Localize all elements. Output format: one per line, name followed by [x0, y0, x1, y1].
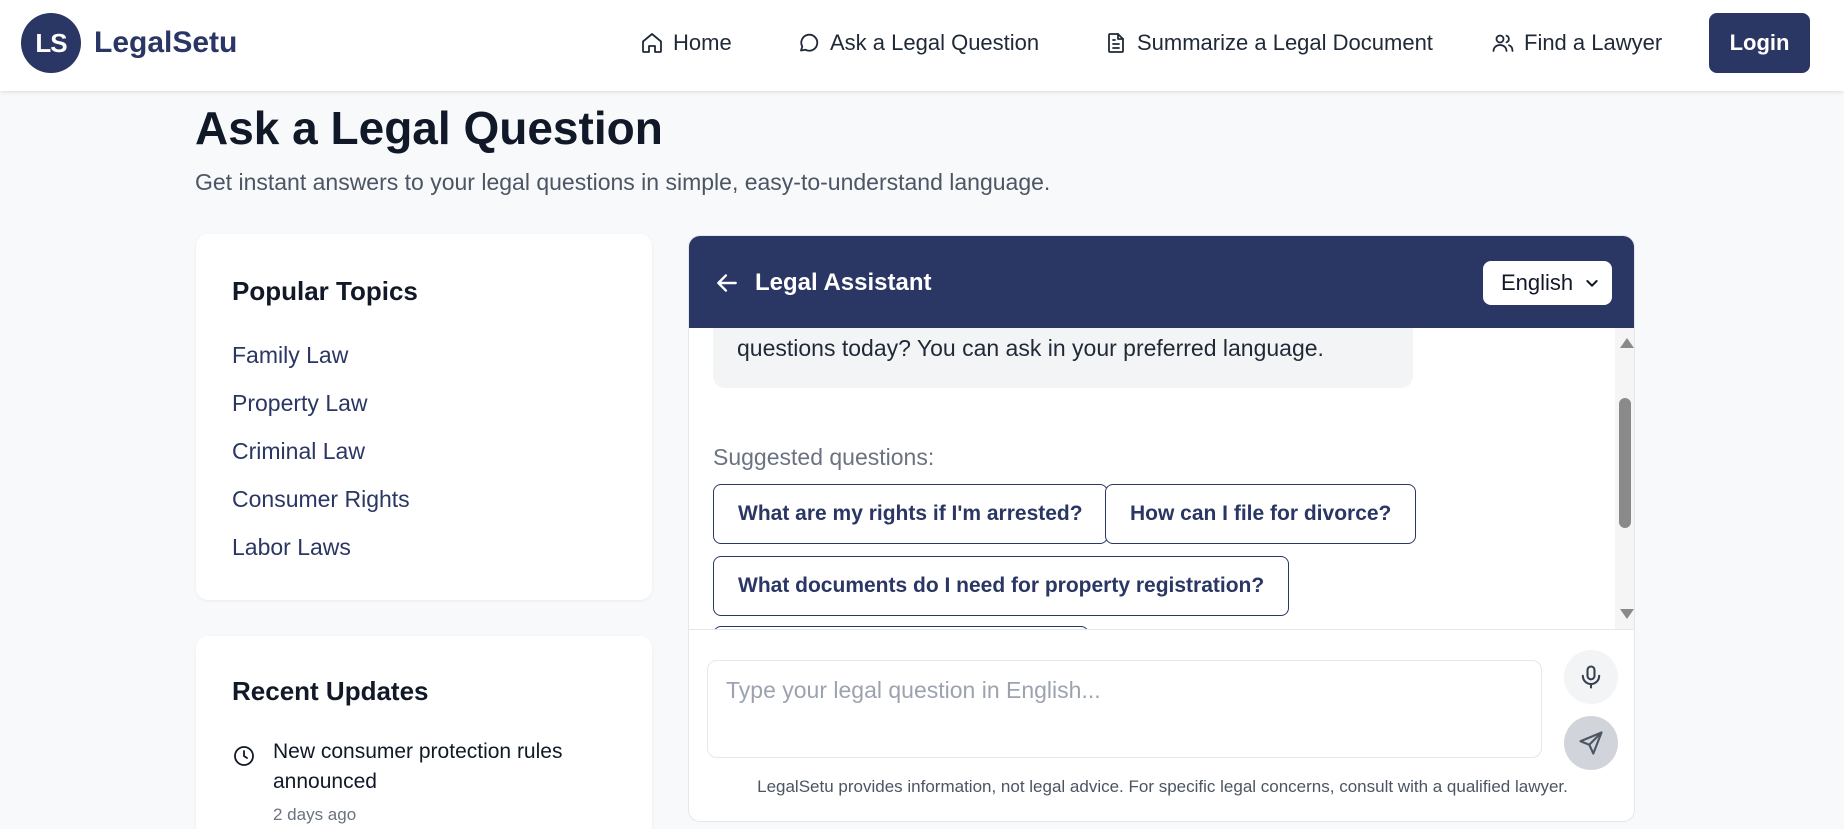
chat-header: Legal Assistant English — [689, 236, 1634, 328]
question-input[interactable] — [707, 660, 1542, 758]
recent-updates-title: Recent Updates — [232, 676, 429, 706]
scroll-thumb[interactable] — [1619, 398, 1631, 528]
recent-updates-card: Recent Updates New consumer protection r… — [196, 636, 652, 829]
assistant-message-text: questions today? You can ask in your pre… — [737, 335, 1324, 361]
clock-icon — [234, 746, 254, 766]
suggested-question-button[interactable]: What documents do I need for property re… — [713, 556, 1290, 616]
chat-composer: LegalSetu provides information, not lega… — [689, 629, 1634, 821]
scroll-up-arrow[interactable] — [1620, 338, 1634, 348]
scroll-down-arrow[interactable] — [1620, 609, 1634, 619]
document-icon — [1108, 33, 1124, 53]
page-title: Ask a Legal Question — [195, 102, 663, 154]
chevron-down-icon — [1586, 280, 1598, 287]
login-button[interactable]: Login — [1709, 13, 1810, 73]
send-button[interactable] — [1564, 716, 1618, 770]
send-icon — [1579, 731, 1603, 755]
nav-summarize-document-label: Summarize a Legal Document — [1137, 30, 1433, 55]
topic-link[interactable]: Labor Laws — [232, 532, 351, 562]
chat-bubble-icon — [800, 33, 819, 52]
chat-messages[interactable]: questions today? You can ask in your pre… — [689, 328, 1634, 629]
brand-name[interactable]: LegalSetu — [94, 25, 237, 61]
home-icon — [642, 33, 662, 53]
chat-scrollbar[interactable] — [1615, 328, 1634, 629]
nav-find-lawyer-label: Find a Lawyer — [1524, 30, 1663, 55]
language-select[interactable]: English — [1483, 261, 1612, 305]
nav-home-label: Home — [673, 30, 732, 55]
nav-home[interactable]: Home — [640, 27, 732, 59]
top-navbar: LS LegalSetu Home Ask a Legal Question S… — [0, 0, 1844, 91]
popular-topics-title: Popular Topics — [232, 276, 418, 306]
topic-link[interactable]: Criminal Law — [232, 436, 365, 466]
update-item-time: 2 days ago — [273, 805, 357, 824]
nav-find-lawyer[interactable]: Find a Lawyer — [1491, 27, 1662, 59]
language-select-value: English — [1501, 270, 1574, 295]
topic-link[interactable]: Property Law — [232, 388, 368, 418]
update-item-text[interactable]: New consumer protection rules announced — [273, 737, 603, 797]
suggested-question-button[interactable]: What are my rights if I'm arrested? — [713, 484, 1108, 544]
microphone-button[interactable] — [1564, 650, 1618, 704]
arrow-left-icon[interactable] — [714, 270, 740, 296]
topic-link[interactable]: Family Law — [232, 340, 348, 370]
suggested-questions-label: Suggested questions: — [713, 444, 935, 470]
nav-ask-question[interactable]: Ask a Legal Question — [797, 27, 1039, 59]
page-subtitle: Get instant answers to your legal questi… — [195, 169, 1051, 195]
chat-panel: Legal Assistant English questions today?… — [688, 235, 1635, 822]
users-icon — [1492, 34, 1514, 52]
nav-summarize-document[interactable]: Summarize a Legal Document — [1104, 27, 1433, 59]
chat-title: Legal Assistant — [755, 269, 932, 296]
logo-badge[interactable]: LS — [21, 13, 81, 73]
suggested-question-button[interactable]: How can I file for divorce? — [1105, 484, 1417, 544]
topic-link[interactable]: Consumer Rights — [232, 484, 410, 514]
microphone-icon — [1581, 665, 1601, 689]
nav-ask-question-label: Ask a Legal Question — [830, 30, 1040, 55]
legal-disclaimer: LegalSetu provides information, not lega… — [757, 777, 1568, 796]
popular-topics-card: Popular Topics Family Law Property Law C… — [196, 234, 652, 600]
